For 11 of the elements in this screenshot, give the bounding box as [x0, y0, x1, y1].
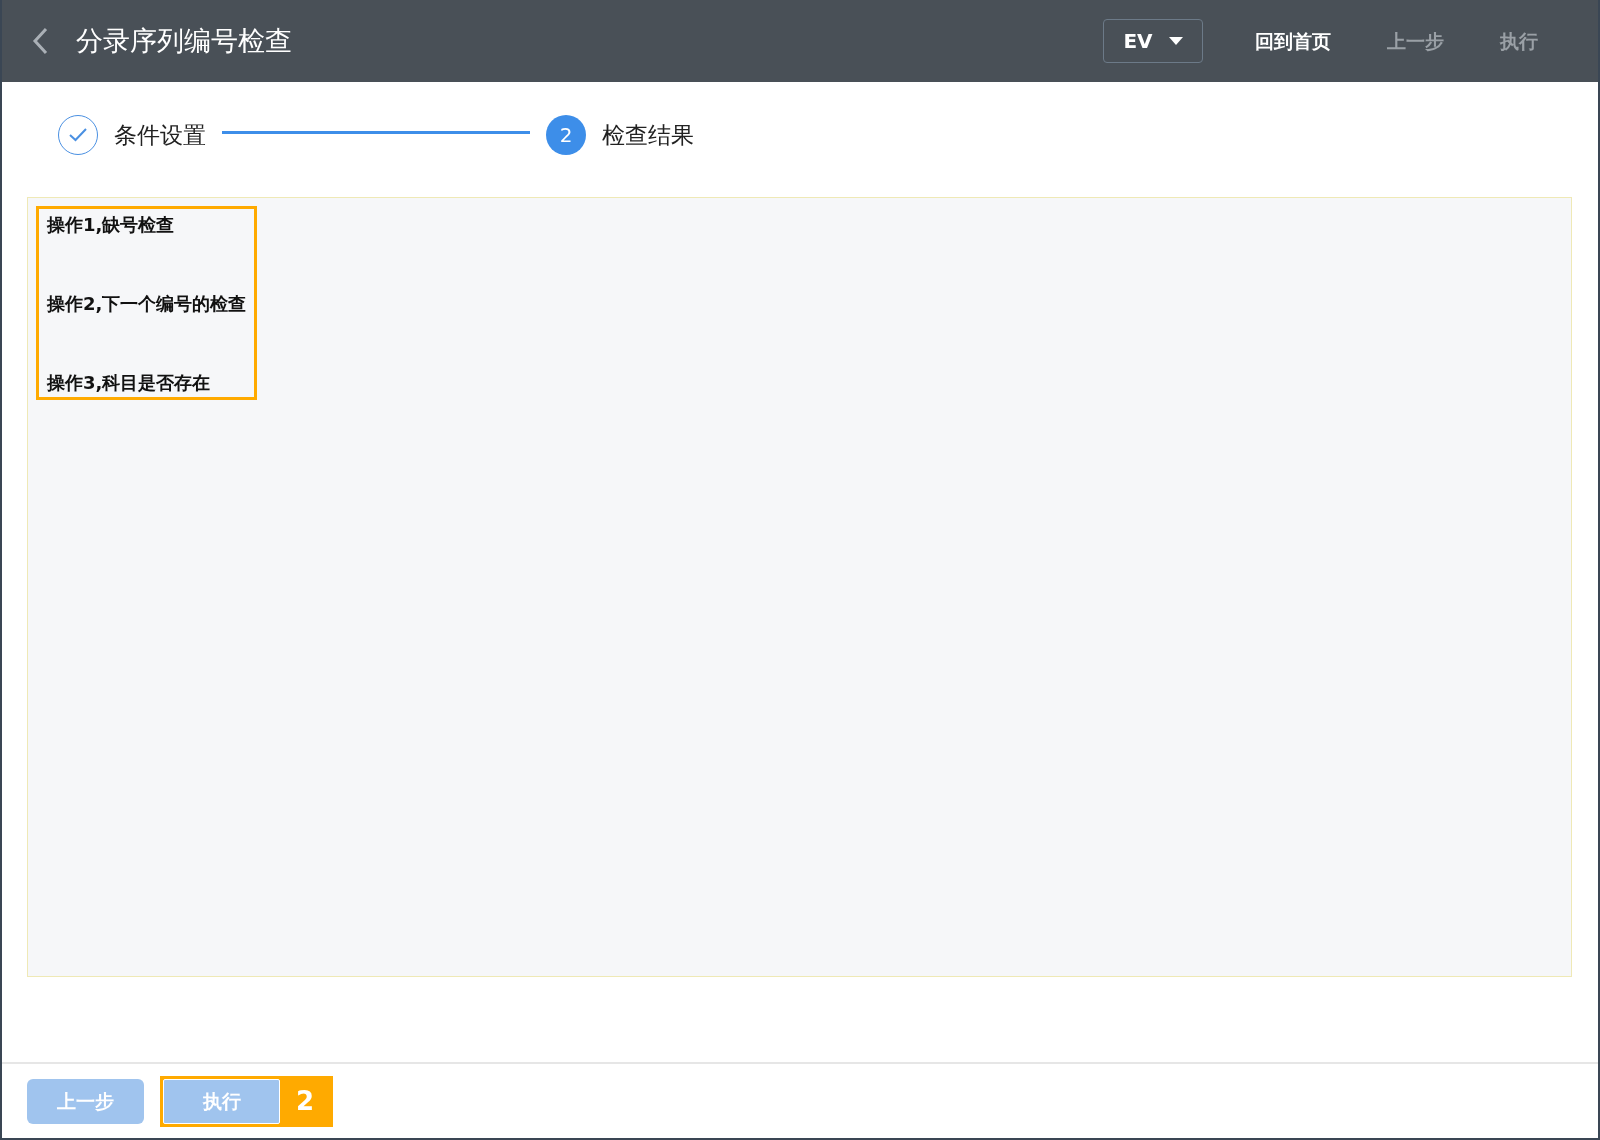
- result-line: 操作1,缺号检查: [47, 213, 176, 237]
- language-dropdown[interactable]: EV: [1103, 19, 1203, 63]
- page-title: 分录序列编号检查: [76, 23, 292, 58]
- step-number: 2: [546, 115, 586, 155]
- result-line: 操作2,下一个编号的检查: [47, 292, 247, 316]
- step-label: 检查结果: [602, 120, 694, 150]
- result-line: 操作3,科目是否存在: [47, 371, 212, 395]
- header-action-button[interactable]: 回到首页: [1235, 26, 1351, 56]
- caret-icon: [1168, 37, 1183, 45]
- callout-number: 2: [294, 1085, 316, 1118]
- step-label: 条件设置: [114, 120, 206, 150]
